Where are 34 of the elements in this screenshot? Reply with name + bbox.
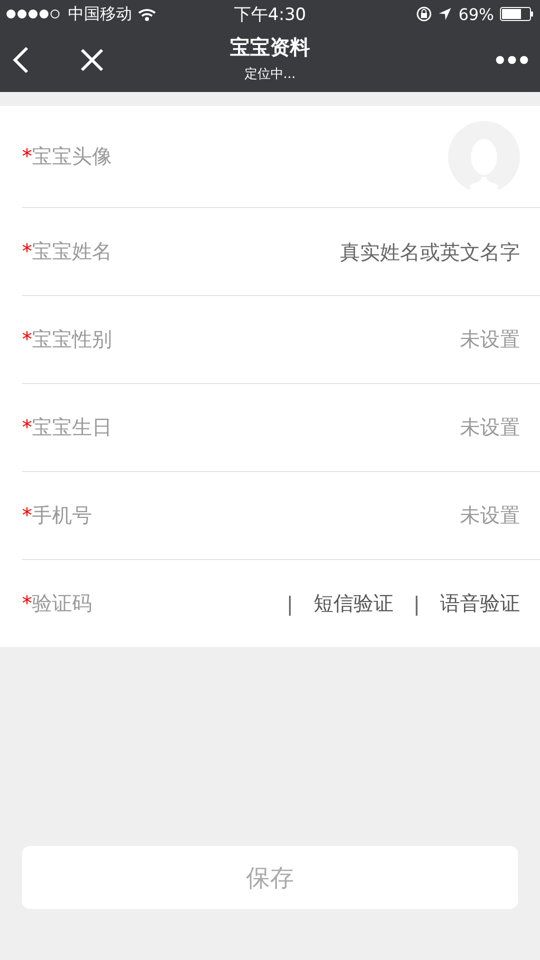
verify-link[interactable]: 语音验证 <box>440 590 520 617</box>
required-mark: * <box>22 144 32 168</box>
name-input[interactable]: 真实姓名或英文名字 <box>300 240 520 264</box>
field-label: 宝宝性别 <box>32 327 112 351</box>
battery-percent: 69% <box>458 4 494 24</box>
page-title: 宝宝资料 <box>230 34 310 61</box>
wifi-icon <box>138 8 156 20</box>
required-mark: * <box>22 591 32 615</box>
field-label: 宝宝头像 <box>32 144 112 168</box>
separator: | <box>412 592 421 616</box>
field-label: 验证码 <box>32 591 92 615</box>
field-label: 手机号 <box>32 503 92 527</box>
field-value[interactable]: 未设置 <box>460 502 520 529</box>
more-icon[interactable] <box>496 56 528 64</box>
rotation-lock-icon <box>416 6 432 22</box>
field-value[interactable]: 未设置 <box>460 326 520 353</box>
close-icon[interactable] <box>80 48 104 72</box>
separator: | <box>286 592 294 616</box>
field-label: 宝宝姓名 <box>32 239 112 263</box>
page-subtitle: 定位中... <box>244 66 296 83</box>
location-arrow-icon <box>438 7 452 21</box>
clock-time: 下午4:30 <box>234 4 306 26</box>
back-icon[interactable] <box>12 46 30 74</box>
field-label: 宝宝生日 <box>32 415 112 439</box>
required-mark: * <box>22 327 32 351</box>
carrier-name: 中国移动 <box>68 4 132 24</box>
required-mark: * <box>22 503 32 527</box>
verify-link[interactable]: 短信验证 <box>313 590 394 617</box>
required-mark: * <box>22 415 32 439</box>
required-mark: * <box>22 239 32 263</box>
field-value[interactable]: 未设置 <box>460 414 520 441</box>
battery-icon <box>500 7 534 21</box>
signal-icon <box>6 9 62 19</box>
save-button[interactable]: 保存 <box>22 846 518 909</box>
